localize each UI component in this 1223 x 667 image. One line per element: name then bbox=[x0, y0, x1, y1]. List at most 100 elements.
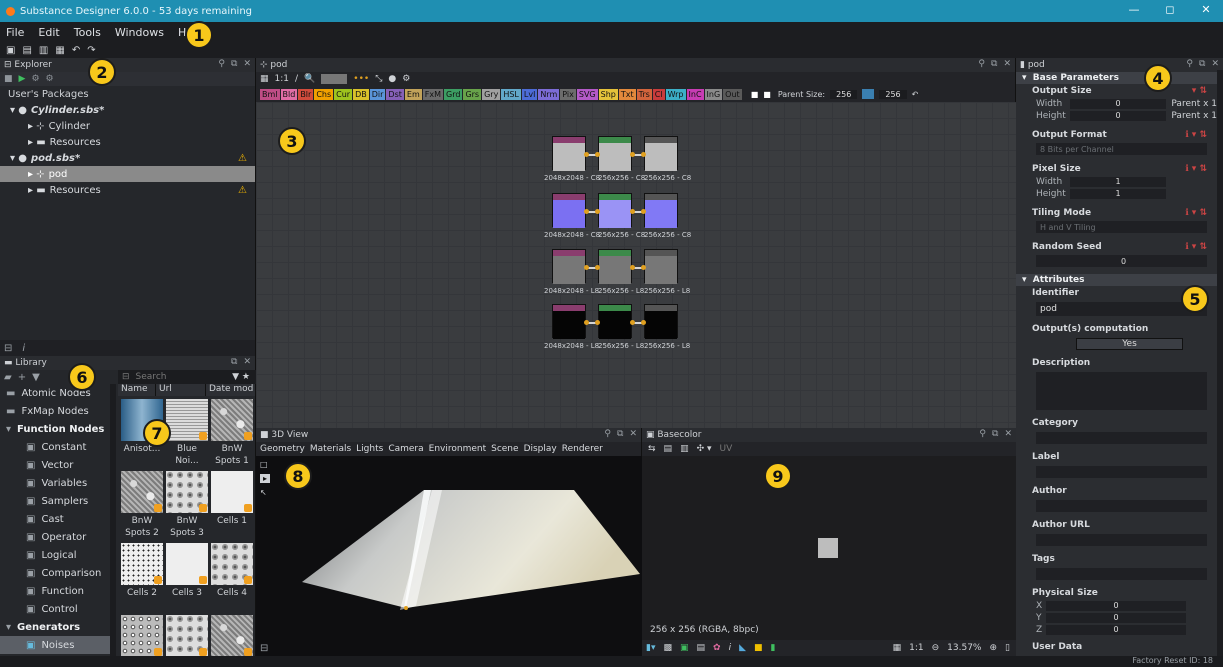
col-name[interactable]: Name bbox=[118, 384, 156, 396]
output-port[interactable] bbox=[630, 265, 635, 270]
folder-icon[interactable]: ▸ ▬ bbox=[28, 137, 46, 148]
base-parameters-section[interactable]: ▾ Base Parameters bbox=[1016, 72, 1223, 84]
library-thumbnail[interactable]: Cells 4 bbox=[211, 543, 253, 615]
library-thumbnail[interactable]: Cells 1 bbox=[211, 471, 253, 543]
ps-y-field[interactable]: 0 bbox=[1046, 613, 1186, 623]
frame-icon[interactable]: ■ bbox=[763, 90, 771, 99]
param-menu-icon[interactable]: ℹ ▾ ⇅ bbox=[1185, 130, 1207, 140]
atomic-node-chip[interactable]: Cl bbox=[652, 88, 665, 100]
open-package-icon[interactable]: ▤ bbox=[22, 45, 31, 56]
category-field[interactable] bbox=[1036, 432, 1207, 444]
graph-tab[interactable]: pod bbox=[270, 60, 287, 70]
library-item[interactable]: ▾ Generators bbox=[0, 618, 110, 636]
float-icon[interactable]: ⧉ bbox=[231, 357, 237, 367]
input-port[interactable] bbox=[595, 152, 600, 157]
close-panel-icon[interactable]: ✕ bbox=[1003, 59, 1011, 69]
green-channel-icon[interactable]: ▣ bbox=[680, 643, 689, 653]
zoom-plus-icon[interactable]: ⊕ bbox=[990, 643, 998, 653]
pointer-icon[interactable]: ↖ bbox=[260, 488, 270, 497]
library-item[interactable]: ▣ Samplers bbox=[0, 492, 110, 510]
col-date[interactable]: Date mod bbox=[206, 384, 256, 396]
library-thumbnail[interactable]: BnW Spots 2 bbox=[121, 471, 163, 543]
3d-viewport[interactable] bbox=[256, 456, 642, 656]
ps-z-field[interactable]: 0 bbox=[1046, 625, 1186, 635]
float-icon[interactable]: ⧉ bbox=[992, 429, 998, 439]
output-port[interactable] bbox=[584, 152, 589, 157]
tile-icon[interactable]: ⇆ bbox=[648, 444, 656, 454]
package-icon[interactable]: ▾ ● bbox=[10, 153, 27, 164]
menu-3d-display[interactable]: Display bbox=[524, 444, 557, 454]
library-thumbnail[interactable]: BnW Spots 3 bbox=[166, 471, 208, 543]
library-thumbnail[interactable]: Blue Noi... bbox=[166, 399, 208, 471]
library-item[interactable]: ▬ Atomic Nodes bbox=[0, 384, 110, 402]
menu-3d-renderer[interactable]: Renderer bbox=[562, 444, 603, 454]
menu-tools[interactable]: Tools bbox=[74, 26, 101, 39]
save-icon[interactable]: ▥ bbox=[39, 45, 48, 56]
new-graph-icon[interactable]: ■ bbox=[4, 74, 13, 84]
graph-icon[interactable]: ▸ ⊹ bbox=[28, 121, 45, 132]
maximize-icon[interactable]: ◻ bbox=[1163, 3, 1177, 16]
atomic-node-chip[interactable]: Bml bbox=[260, 88, 280, 100]
output-port[interactable] bbox=[584, 209, 589, 214]
zoom-percent[interactable]: 13.57% bbox=[947, 643, 981, 653]
library-tree-scrollbar[interactable] bbox=[110, 384, 116, 667]
float-icon[interactable]: ⧉ bbox=[1199, 59, 1205, 69]
atomic-node-chip[interactable]: Bld bbox=[280, 88, 298, 100]
pin-icon[interactable]: ⚲ bbox=[979, 429, 986, 439]
channel-icon[interactable]: ▮▾ bbox=[646, 643, 655, 653]
add-icon[interactable]: + bbox=[18, 372, 26, 383]
param-menu-icon[interactable]: ℹ ▾ ⇅ bbox=[1185, 164, 1207, 174]
atomic-node-chip[interactable]: InG bbox=[704, 88, 723, 100]
graph-canvas[interactable]: 2048x2048 - C8 256x256 - C8 256x256 - C8 20… bbox=[256, 102, 1016, 428]
graph-node[interactable] bbox=[552, 249, 586, 284]
input-port[interactable] bbox=[595, 265, 600, 270]
height-field[interactable]: 0 bbox=[1070, 111, 1166, 121]
atomic-node-chip[interactable]: Blr bbox=[298, 88, 314, 100]
atomic-node-chip[interactable]: SVG bbox=[576, 88, 598, 100]
folder-icon[interactable]: ▸ ▬ bbox=[28, 185, 46, 196]
input-port[interactable] bbox=[641, 320, 646, 325]
checker-icon[interactable]: ▩ bbox=[663, 643, 672, 653]
library-thumbnail[interactable]: BnW Spots 1 bbox=[211, 399, 253, 471]
graph-node[interactable] bbox=[598, 304, 632, 339]
output-format-select[interactable]: 8 Bits per Channel bbox=[1036, 143, 1207, 155]
select-icon[interactable]: ▸ bbox=[260, 474, 270, 483]
close-panel-icon[interactable]: ✕ bbox=[629, 429, 637, 439]
stack-icon[interactable]: ▤ bbox=[697, 643, 706, 653]
px-width-field[interactable]: 1 bbox=[1070, 177, 1166, 187]
bomb-icon[interactable]: ● bbox=[388, 74, 396, 84]
output-port[interactable] bbox=[630, 320, 635, 325]
input-port[interactable] bbox=[595, 320, 600, 325]
save-image-icon[interactable]: ▥ bbox=[680, 444, 689, 454]
label-field[interactable] bbox=[1036, 466, 1207, 478]
library-search[interactable]: ⊟ Search ▼ ★ bbox=[118, 370, 256, 384]
atomic-node-chip[interactable]: Gry bbox=[482, 88, 501, 100]
grid-icon[interactable]: ▦ bbox=[260, 74, 269, 84]
tool-icon-2[interactable]: ⚙ bbox=[46, 74, 54, 84]
input-port[interactable] bbox=[595, 209, 600, 214]
menu-file[interactable]: File bbox=[6, 26, 24, 39]
atomic-node-chip[interactable]: Shp bbox=[598, 88, 618, 100]
author-url-field[interactable] bbox=[1036, 534, 1207, 546]
menu-3d-camera[interactable]: Camera bbox=[388, 444, 423, 454]
comment-icon[interactable]: ■ bbox=[751, 90, 759, 99]
frame-icon[interactable]: □ bbox=[260, 460, 270, 469]
graph-node[interactable] bbox=[552, 136, 586, 171]
graph-node[interactable] bbox=[644, 193, 678, 228]
ps-x-field[interactable]: 0 bbox=[1046, 601, 1186, 611]
zoom-ratio[interactable]: 1:1 bbox=[909, 643, 923, 653]
explorer-tree-item[interactable]: ▸ ⊹ pod bbox=[0, 166, 255, 182]
undo-icon[interactable]: ↶ bbox=[72, 45, 80, 56]
graph-node[interactable] bbox=[644, 136, 678, 171]
library-thumbnail[interactable]: Cells 3 bbox=[166, 543, 208, 615]
library-item[interactable]: ▬ FxMap Nodes bbox=[0, 402, 110, 420]
rgba-icon[interactable]: ✿ bbox=[713, 643, 721, 653]
atomic-node-chip[interactable]: Dir bbox=[369, 88, 386, 100]
input-port[interactable] bbox=[641, 209, 646, 214]
graph-node[interactable] bbox=[644, 249, 678, 284]
atomic-node-chip[interactable]: HSL bbox=[501, 88, 521, 100]
output-port[interactable] bbox=[630, 152, 635, 157]
description-field[interactable] bbox=[1036, 372, 1207, 410]
tags-field[interactable] bbox=[1036, 568, 1207, 580]
ratio-label[interactable]: 1:1 bbox=[275, 74, 289, 84]
